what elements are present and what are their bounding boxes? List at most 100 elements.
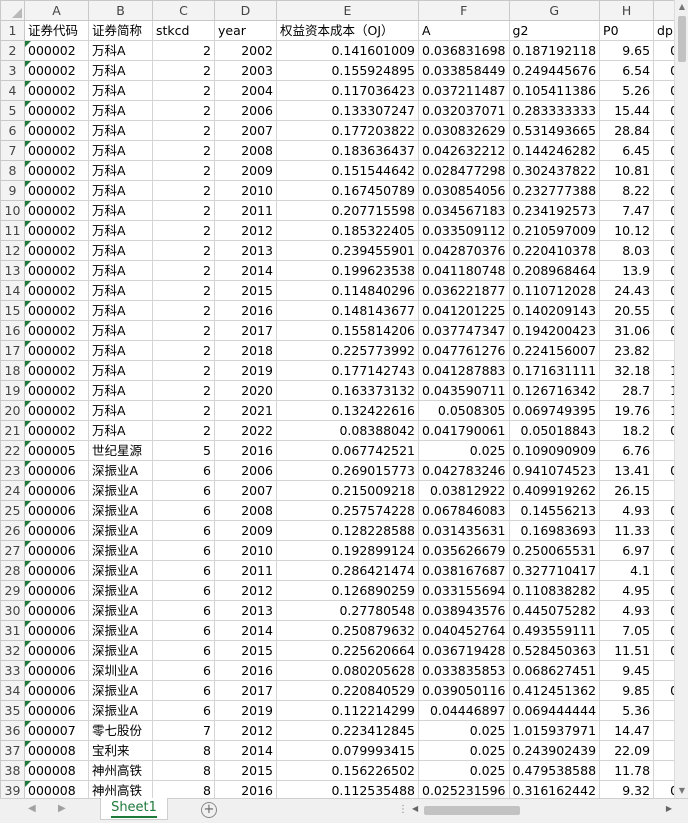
cell[interactable]: 2002 xyxy=(214,40,277,61)
cell[interactable]: 000006 xyxy=(24,480,89,501)
cell[interactable]: 0.036831698 xyxy=(418,40,510,61)
cell[interactable]: 0.269015773 xyxy=(276,460,419,481)
cell[interactable]: 2 xyxy=(152,380,215,401)
cell[interactable]: 0.025 xyxy=(418,760,510,781)
cell[interactable]: 2 xyxy=(152,300,215,321)
cell[interactable]: 深振业A xyxy=(88,680,153,701)
cell[interactable]: 万科A xyxy=(88,180,153,201)
scroll-up-icon[interactable]: ▲ xyxy=(675,0,688,14)
cell[interactable]: 2019 xyxy=(214,360,277,381)
cell[interactable]: 0.412451362 xyxy=(508,680,601,701)
header-cell[interactable]: g2 xyxy=(508,20,601,41)
cell[interactable]: 万科A xyxy=(88,280,153,301)
cell[interactable]: 2004 xyxy=(214,80,277,101)
cell[interactable]: 2 xyxy=(152,320,215,341)
row-number[interactable]: 22 xyxy=(0,440,25,461)
cell[interactable]: 0.0508305 xyxy=(418,400,510,421)
cell[interactable]: 0.025 xyxy=(418,440,510,461)
cell[interactable]: 9.45 xyxy=(599,660,655,681)
cell[interactable]: 2012 xyxy=(214,220,277,241)
cell[interactable]: 6 xyxy=(152,620,215,641)
cell[interactable]: 万科A xyxy=(88,380,153,401)
row-number[interactable]: 37 xyxy=(0,740,25,761)
cell[interactable]: 深振业A xyxy=(88,640,153,661)
cell[interactable]: 深振业A xyxy=(88,500,153,521)
cell[interactable]: 2013 xyxy=(214,600,277,621)
row-number[interactable]: 20 xyxy=(0,400,25,421)
cell[interactable]: 0.151544642 xyxy=(276,160,419,181)
cell[interactable]: 000006 xyxy=(24,500,89,521)
row-number[interactable]: 29 xyxy=(0,580,25,601)
cell[interactable]: 0.032037071 xyxy=(418,100,510,121)
cell[interactable]: 0.04446897 xyxy=(418,700,510,721)
cell[interactable]: 2011 xyxy=(214,200,277,221)
cell[interactable]: 宝利来 xyxy=(88,740,153,761)
cell[interactable]: 000006 xyxy=(24,640,89,661)
cell[interactable]: 0.041201225 xyxy=(418,300,510,321)
next-sheet-icon[interactable]: ▶ xyxy=(58,803,66,814)
cell[interactable]: 0.03812922 xyxy=(418,480,510,501)
cell[interactable]: 2022 xyxy=(214,420,277,441)
cell[interactable]: 000002 xyxy=(24,220,89,241)
cell[interactable]: 0.031435631 xyxy=(418,520,510,541)
cell[interactable]: 2 xyxy=(152,80,215,101)
cell[interactable]: 2013 xyxy=(214,240,277,261)
cell[interactable]: 0.249445676 xyxy=(508,60,601,81)
cell[interactable]: 2015 xyxy=(214,640,277,661)
cell[interactable]: 0.033509112 xyxy=(418,220,510,241)
cell[interactable]: 2006 xyxy=(214,100,277,121)
cell[interactable]: 9.65 xyxy=(599,40,655,61)
cell[interactable]: 0.144246282 xyxy=(508,140,601,161)
row-number[interactable]: 28 xyxy=(0,560,25,581)
row-number[interactable]: 19 xyxy=(0,380,25,401)
cell[interactable]: 2 xyxy=(152,40,215,61)
cell[interactable]: 11.33 xyxy=(599,520,655,541)
cell[interactable]: 0.025231596 xyxy=(418,780,510,798)
cell[interactable]: 0.033155694 xyxy=(418,580,510,601)
cell[interactable]: 0.08388042 xyxy=(276,420,419,441)
cell[interactable]: 0.033858449 xyxy=(418,60,510,81)
header-cell[interactable]: year xyxy=(214,20,277,41)
cell[interactable]: 0.155814206 xyxy=(276,320,419,341)
cell[interactable]: 6.97 xyxy=(599,540,655,561)
cell[interactable]: 0.033835853 xyxy=(418,660,510,681)
hscroll-splitter-icon[interactable]: ⋮ xyxy=(398,804,408,815)
cell[interactable]: 2010 xyxy=(214,180,277,201)
cell[interactable]: 0.27780548 xyxy=(276,600,419,621)
row-number[interactable]: 12 xyxy=(0,240,25,261)
cell[interactable]: 0.069749395 xyxy=(508,400,601,421)
cell[interactable]: 2 xyxy=(152,140,215,161)
cell[interactable]: 深振业A xyxy=(88,480,153,501)
column-header-c[interactable]: C xyxy=(152,0,215,21)
cell[interactable]: 6 xyxy=(152,660,215,681)
cell[interactable]: 0.039050116 xyxy=(418,680,510,701)
cell[interactable]: 2006 xyxy=(214,460,277,481)
cell[interactable]: 2014 xyxy=(214,740,277,761)
cell[interactable]: 0.038943576 xyxy=(418,600,510,621)
cell[interactable]: 0.224156007 xyxy=(508,340,601,361)
cell[interactable]: 8.22 xyxy=(599,180,655,201)
cell[interactable]: 0.037747347 xyxy=(418,320,510,341)
header-cell[interactable]: 证券代码 xyxy=(24,20,89,41)
row-number[interactable]: 31 xyxy=(0,620,25,641)
cell[interactable]: 0.225773992 xyxy=(276,340,419,361)
row-number[interactable]: 15 xyxy=(0,300,25,321)
cell[interactable]: 0.250065531 xyxy=(508,540,601,561)
cell[interactable]: 0.409919262 xyxy=(508,480,601,501)
cell[interactable]: 000002 xyxy=(24,260,89,281)
cell[interactable]: 0.043590711 xyxy=(418,380,510,401)
cell[interactable]: 2 xyxy=(152,260,215,281)
cell[interactable]: 万科A xyxy=(88,140,153,161)
cell[interactable]: 万科A xyxy=(88,340,153,361)
cell[interactable]: 0.037211487 xyxy=(418,80,510,101)
select-all-corner[interactable] xyxy=(0,0,25,21)
cell[interactable]: 0.038167687 xyxy=(418,560,510,581)
row-number[interactable]: 24 xyxy=(0,480,25,501)
cell[interactable]: 0.531493665 xyxy=(508,120,601,141)
cell[interactable]: 2 xyxy=(152,340,215,361)
cell[interactable]: 0.126890259 xyxy=(276,580,419,601)
cell[interactable]: 000008 xyxy=(24,740,89,761)
cell[interactable]: 32.18 xyxy=(599,360,655,381)
cell[interactable]: 0.025 xyxy=(418,720,510,741)
sheet-tab-sheet1[interactable]: Sheet1 xyxy=(100,798,168,820)
